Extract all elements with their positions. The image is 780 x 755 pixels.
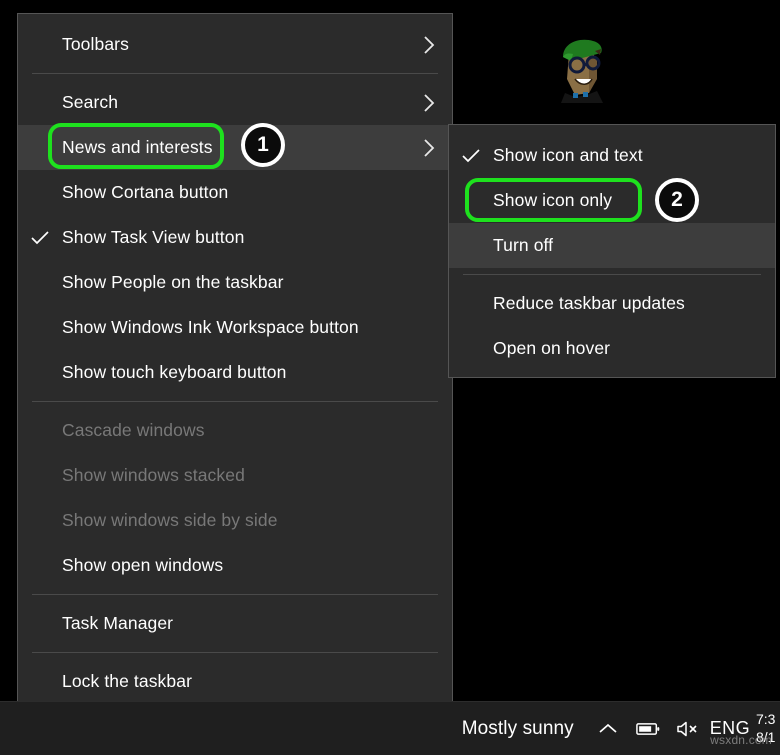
menu-item-label: Lock the taskbar	[62, 671, 442, 692]
taskbar-context-menu[interactable]: Toolbars Search News and interests Show …	[17, 13, 453, 745]
menu-item-cascade-windows: Cascade windows	[18, 408, 452, 453]
chevron-right-icon	[416, 93, 442, 113]
menu-item-label: Show Windows Ink Workspace button	[62, 317, 442, 338]
submenu-item-label: Show icon and text	[493, 145, 765, 166]
submenu-item-label: Turn off	[493, 235, 765, 256]
system-tray[interactable]	[596, 717, 700, 741]
submenu-item-turn-off[interactable]: Turn off	[449, 223, 775, 268]
menu-item-show-people-on-the-taskbar[interactable]: Show People on the taskbar	[18, 260, 452, 305]
submenu-item-show-icon-only[interactable]: Show icon only	[449, 178, 775, 223]
chevron-up-icon[interactable]	[596, 717, 620, 741]
submenu-item-show-icon-and-text[interactable]: Show icon and text	[449, 133, 775, 178]
menu-item-task-manager[interactable]: Task Manager	[18, 601, 452, 646]
menu-item-show-windows-side-by-side: Show windows side by side	[18, 498, 452, 543]
menu-separator	[32, 401, 438, 402]
clock-date: 8/1	[756, 729, 780, 746]
menu-item-lock-the-taskbar[interactable]: Lock the taskbar	[18, 659, 452, 704]
menu-item-label: Show touch keyboard button	[62, 362, 442, 383]
menu-item-label: Cascade windows	[62, 420, 442, 441]
check-icon	[18, 230, 62, 246]
taskbar-weather-text[interactable]: Mostly sunny	[462, 718, 574, 740]
user-avatar-cartoon	[553, 35, 609, 103]
speaker-muted-icon[interactable]	[676, 717, 700, 741]
menu-separator	[32, 652, 438, 653]
submenu-item-label: Reduce taskbar updates	[493, 293, 765, 314]
menu-separator	[32, 594, 438, 595]
menu-item-label: Toolbars	[62, 34, 416, 55]
menu-item-show-task-view-button[interactable]: Show Task View button	[18, 215, 452, 260]
menu-item-toolbars[interactable]: Toolbars	[18, 22, 452, 67]
submenu-item-reduce-taskbar-updates[interactable]: Reduce taskbar updates	[449, 281, 775, 326]
chevron-right-icon	[416, 35, 442, 55]
menu-item-show-cortana-button[interactable]: Show Cortana button	[18, 170, 452, 215]
menu-item-news-and-interests[interactable]: News and interests	[18, 125, 452, 170]
news-and-interests-submenu[interactable]: Show icon and text Show icon only Turn o…	[448, 124, 776, 378]
menu-item-show-windows-ink-workspace-button[interactable]: Show Windows Ink Workspace button	[18, 305, 452, 350]
menu-item-label: News and interests	[62, 137, 416, 158]
chevron-right-icon	[416, 138, 442, 158]
menu-item-show-touch-keyboard-button[interactable]: Show touch keyboard button	[18, 350, 452, 395]
menu-item-label: Show windows side by side	[62, 510, 442, 531]
menu-item-label: Show Cortana button	[62, 182, 442, 203]
menu-item-show-open-windows[interactable]: Show open windows	[18, 543, 452, 588]
clock-time: 7:3	[756, 711, 780, 728]
taskbar-clock[interactable]: 7:3 8/1	[756, 711, 780, 745]
menu-item-label: Show open windows	[62, 555, 442, 576]
menu-item-label: Show windows stacked	[62, 465, 442, 486]
menu-item-label: Search	[62, 92, 416, 113]
menu-item-search[interactable]: Search	[18, 80, 452, 125]
check-icon	[449, 148, 493, 164]
battery-icon[interactable]	[636, 717, 660, 741]
menu-item-show-windows-stacked: Show windows stacked	[18, 453, 452, 498]
menu-separator	[32, 73, 438, 74]
submenu-item-label: Show icon only	[493, 190, 765, 211]
desktop-background: Toolbars Search News and interests Show …	[0, 0, 780, 755]
submenu-item-open-on-hover[interactable]: Open on hover	[449, 326, 775, 371]
submenu-item-label: Open on hover	[493, 338, 765, 359]
submenu-separator	[463, 274, 761, 275]
windows-taskbar[interactable]: Mostly sunny ENG 7:3 8/1	[0, 701, 780, 755]
menu-item-label: Task Manager	[62, 613, 442, 634]
taskbar-language-indicator[interactable]: ENG	[710, 718, 750, 739]
menu-item-label: Show People on the taskbar	[62, 272, 442, 293]
menu-item-label: Show Task View button	[62, 227, 442, 248]
